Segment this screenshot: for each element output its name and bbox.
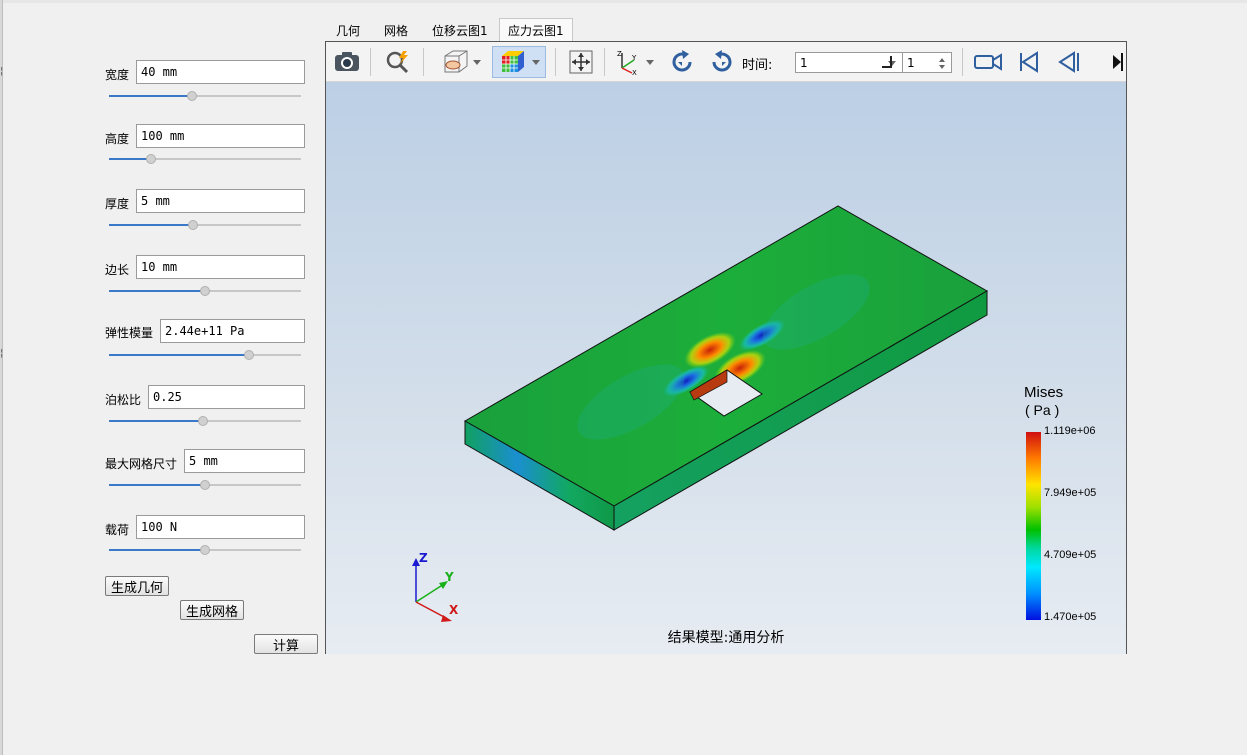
svg-text:Y: Y xyxy=(631,54,637,62)
step-corner-icon xyxy=(882,56,892,68)
legend-tick: 1.119e+06 xyxy=(1044,425,1096,437)
color-cube-icon[interactable] xyxy=(492,46,546,78)
thickness-slider[interactable] xyxy=(109,219,301,231)
time-label: 时间: xyxy=(742,58,773,73)
rotate-cw-icon[interactable] xyxy=(666,46,698,78)
legend-color-bar xyxy=(1026,432,1041,620)
param-label-poisson-ratio: 泊松比 xyxy=(105,393,142,407)
height-slider[interactable] xyxy=(109,153,301,165)
edge-fragment: ¦ xyxy=(0,348,4,359)
height-input[interactable]: 100 mm xyxy=(136,124,305,148)
legend-title: Mises xyxy=(1024,384,1064,401)
tab-displacement-contour[interactable]: 位移云图1 xyxy=(424,18,496,42)
splitter-edge[interactable] xyxy=(0,0,3,755)
slider-handle[interactable] xyxy=(200,480,210,490)
param-label-thickness: 厚度 xyxy=(105,197,130,211)
spin-down-icon[interactable] xyxy=(939,65,945,69)
axes-orientation-icon[interactable]: Z YX xyxy=(610,46,658,78)
slider-handle[interactable] xyxy=(200,545,210,555)
edge-fragment: ¦ xyxy=(0,66,4,77)
step-spinbox[interactable]: 1 xyxy=(902,52,952,73)
generate-mesh-button[interactable]: 生成网格 xyxy=(180,600,244,620)
max-mesh-size-slider[interactable] xyxy=(109,479,301,491)
next-frame-icon[interactable] xyxy=(1108,46,1126,78)
param-label-height: 高度 xyxy=(105,132,130,146)
side-length-input[interactable]: 10 mm xyxy=(136,255,305,279)
triad-x-label: X xyxy=(449,603,459,617)
chevron-down-icon[interactable] xyxy=(532,59,540,65)
first-frame-icon[interactable] xyxy=(1014,46,1044,78)
compute-button[interactable]: 计算 xyxy=(254,634,318,654)
param-label-width: 宽度 xyxy=(105,68,130,82)
legend-unit: ( Pa ) xyxy=(1025,402,1060,418)
slider-handle[interactable] xyxy=(188,220,199,230)
tab-mesh[interactable]: 网格 xyxy=(376,18,416,42)
param-label-load: 载荷 xyxy=(105,523,130,537)
slider-handle[interactable] xyxy=(244,350,255,360)
stress-contour-plot xyxy=(412,205,989,622)
chevron-down-icon[interactable] xyxy=(473,59,481,65)
slider-handle[interactable] xyxy=(186,91,197,101)
elastic-modulus-input[interactable]: 2.44e+11 Pa xyxy=(160,319,305,343)
slider-handle[interactable] xyxy=(146,154,157,164)
camera-icon[interactable] xyxy=(330,46,364,78)
result-model-caption: 结果模型:通用分析 xyxy=(667,630,785,646)
triad-y-label: Y xyxy=(445,570,454,584)
legend-tick: 1.470e+05 xyxy=(1044,611,1097,623)
plate-model xyxy=(463,205,989,531)
load-input[interactable]: 100 N xyxy=(136,515,305,539)
prev-frame-icon[interactable] xyxy=(1054,46,1084,78)
svg-text:X: X xyxy=(632,69,637,76)
triad-z-label: Z xyxy=(419,551,428,565)
section-view-icon[interactable] xyxy=(434,46,486,78)
param-label-elastic-modulus: 弹性模量 xyxy=(105,326,154,340)
tab-geometry[interactable]: 几何 xyxy=(328,18,368,42)
viewer-toolbar: Z YX 时间: 1 1 xyxy=(326,42,1126,82)
time-select-value: 1 xyxy=(800,55,808,70)
move-icon[interactable] xyxy=(566,46,596,78)
3d-viewport[interactable]: Z Y X Mises ( Pa ) 1.119e+06 7.949e+05 4… xyxy=(326,82,1126,654)
spin-up-icon[interactable] xyxy=(939,58,945,62)
poisson-ratio-input[interactable]: 0.25 xyxy=(148,385,305,409)
load-slider[interactable] xyxy=(109,544,301,556)
step-spinbox-value: 1 xyxy=(907,55,915,70)
tab-stress-contour[interactable]: 应力云图1 xyxy=(499,18,573,42)
thickness-input[interactable]: 5 mm xyxy=(136,189,305,213)
rotate-ccw-icon[interactable] xyxy=(706,46,738,78)
param-label-side-length: 边长 xyxy=(105,263,130,277)
zoom-fit-icon[interactable] xyxy=(381,46,415,78)
result-viewer: ZYX 时间: 1 1 Z Y X Mises (Pa) 1.119e+06… xyxy=(325,41,1127,654)
axis-triad xyxy=(412,558,452,622)
generate-geometry-button[interactable]: 生成几何 xyxy=(105,576,169,596)
max-mesh-size-input[interactable]: 5 mm xyxy=(184,449,305,473)
elastic-modulus-slider[interactable] xyxy=(109,349,301,361)
poisson-ratio-slider[interactable] xyxy=(109,415,301,427)
width-input[interactable]: 40 mm xyxy=(136,60,305,84)
window-top-edge xyxy=(0,0,1247,3)
svg-text:Z: Z xyxy=(617,50,622,58)
slider-handle[interactable] xyxy=(200,286,210,296)
slider-handle[interactable] xyxy=(198,416,209,426)
legend-tick: 4.709e+05 xyxy=(1044,549,1097,561)
param-label-max-mesh-size: 最大网格尺寸 xyxy=(105,457,178,471)
video-record-icon[interactable] xyxy=(968,46,1008,78)
side-length-slider[interactable] xyxy=(109,285,301,297)
chevron-down-icon[interactable] xyxy=(646,59,654,65)
legend-tick: 7.949e+05 xyxy=(1044,487,1097,499)
width-slider[interactable] xyxy=(109,90,301,102)
